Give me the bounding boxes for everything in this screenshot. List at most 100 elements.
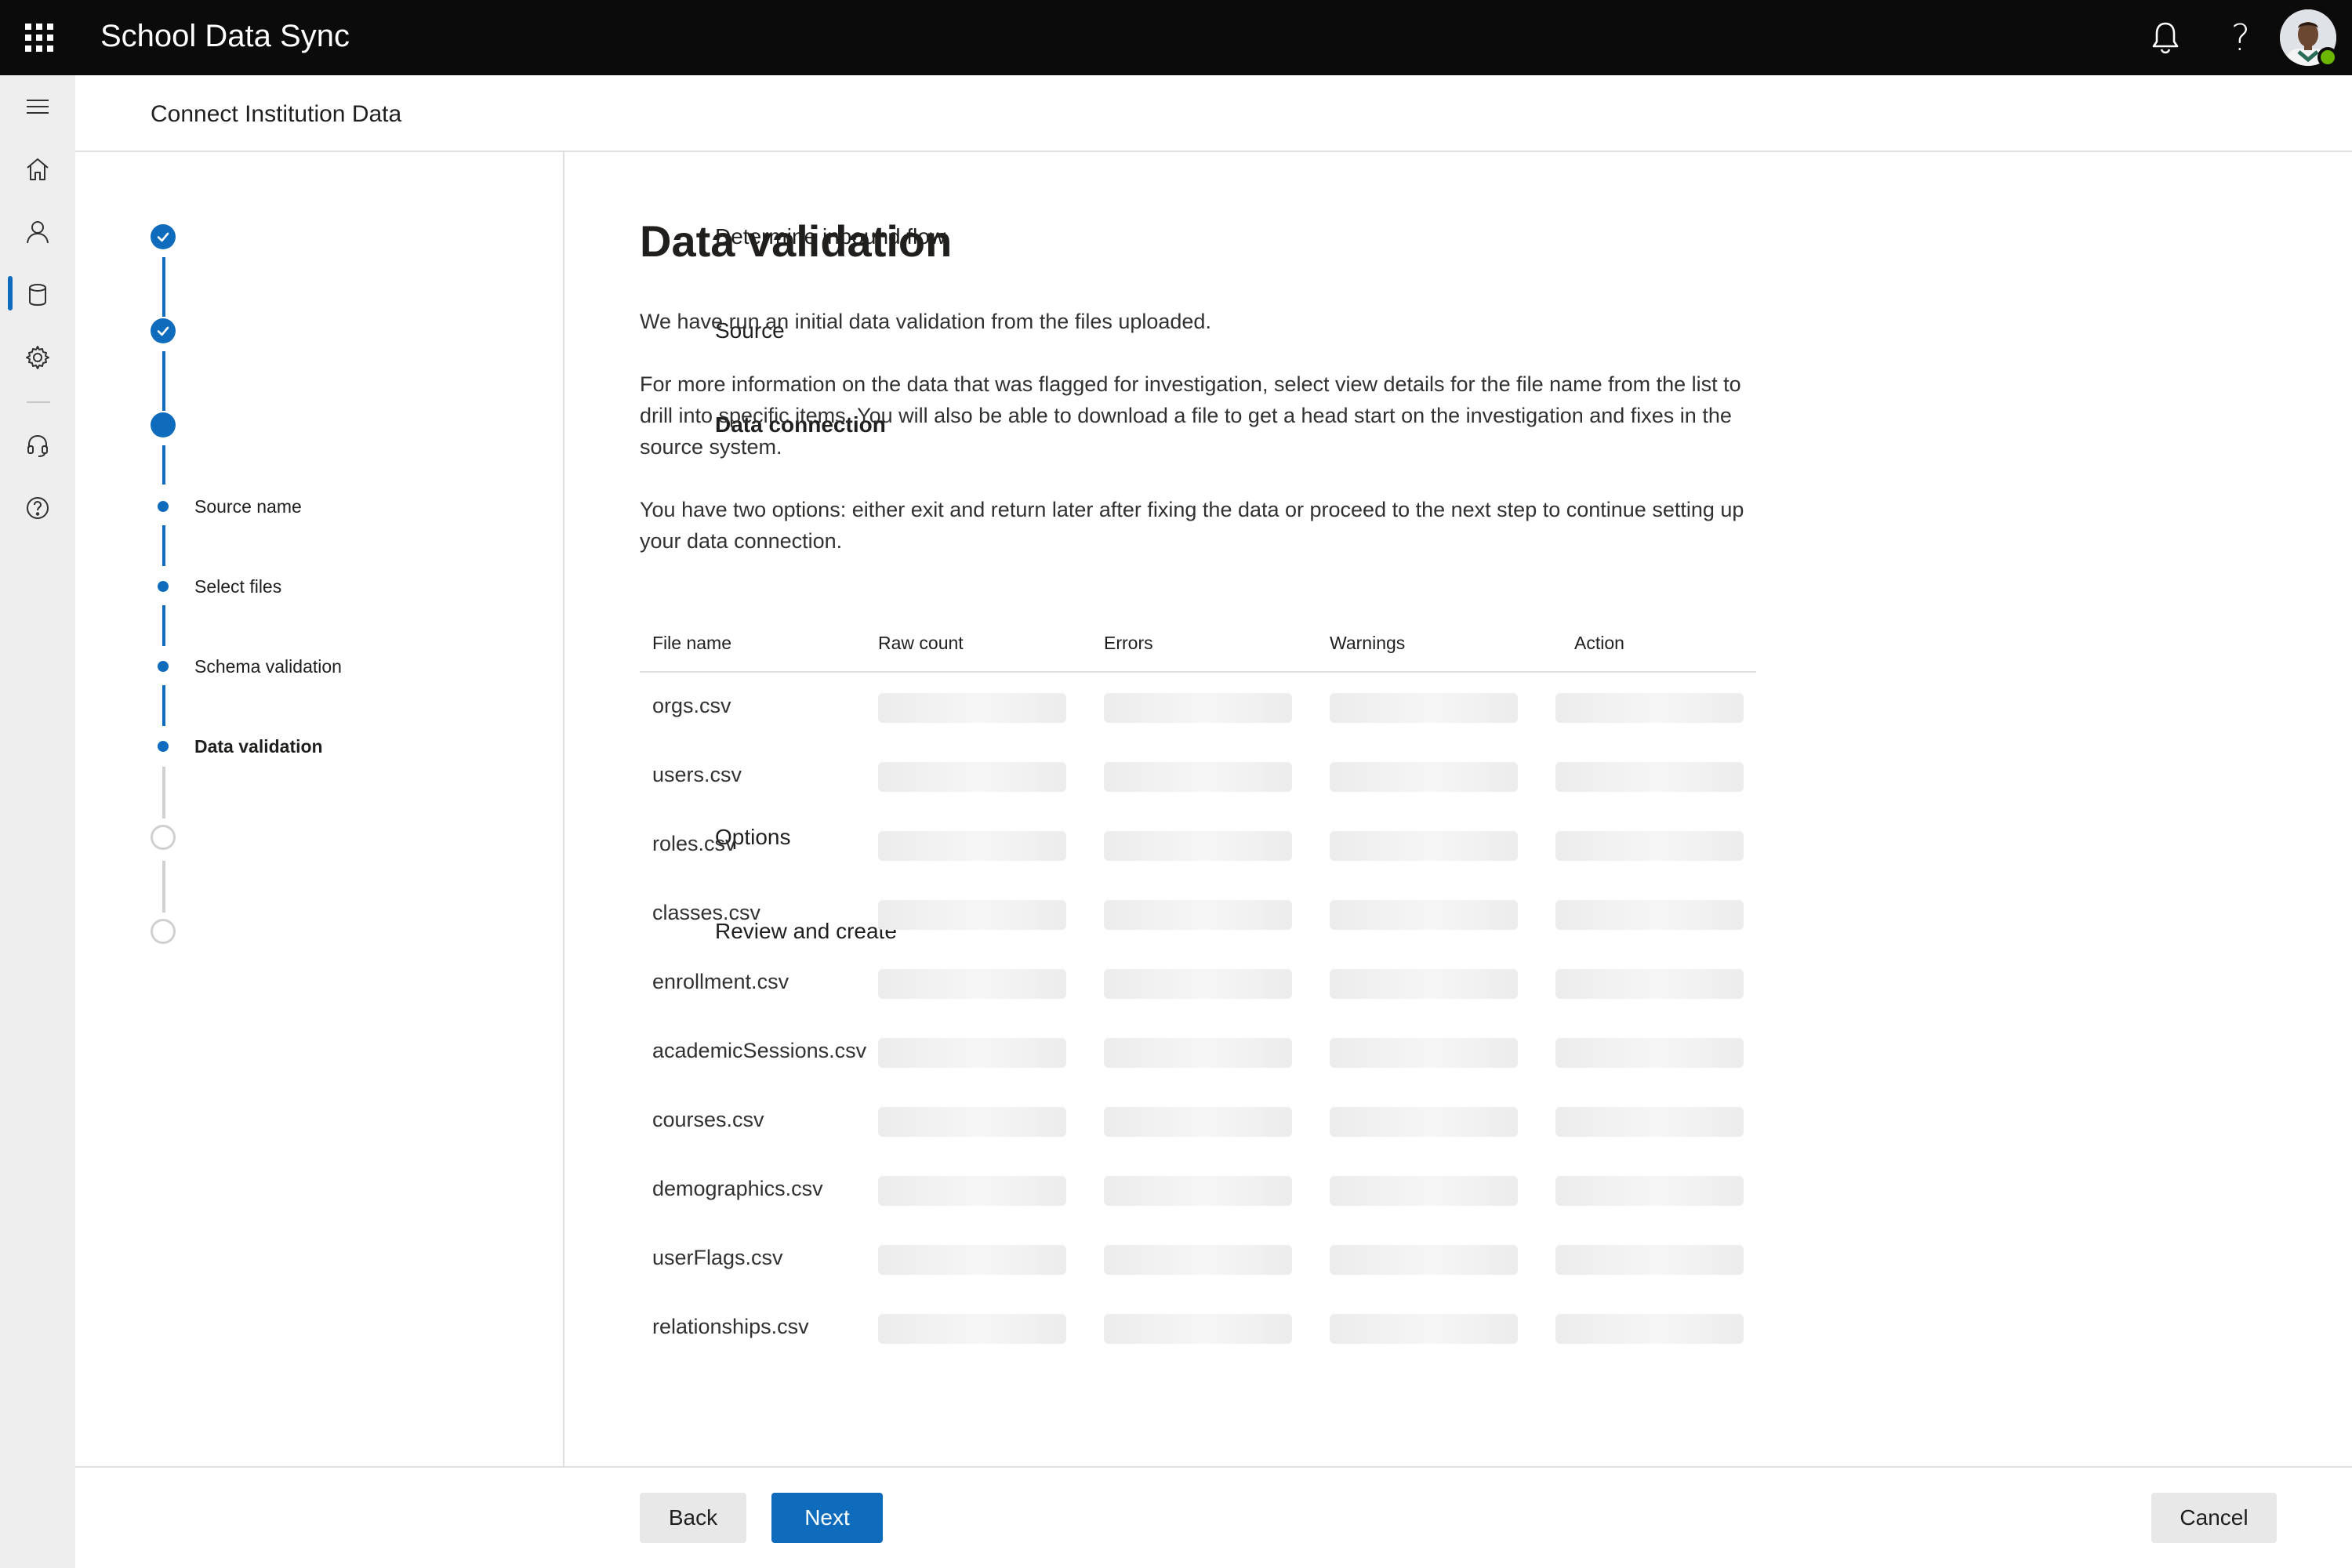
- warnings-loading-placeholder: [1330, 762, 1518, 792]
- stepper-connector: [162, 685, 165, 726]
- nav-divider: [27, 401, 50, 403]
- action-loading-placeholder: [1555, 1245, 1744, 1275]
- raw-count-loading-placeholder: [878, 762, 1066, 792]
- column-header-action[interactable]: Action: [1574, 629, 1624, 657]
- column-header-errors[interactable]: Errors: [1104, 629, 1153, 657]
- raw-count-loading-placeholder: [878, 693, 1066, 723]
- warnings-loading-placeholder: [1330, 969, 1518, 999]
- file-name-cell: relationships.csv: [652, 1315, 809, 1338]
- intro-paragraph: We have run an initial data validation f…: [640, 310, 1211, 333]
- action-loading-placeholder: [1555, 762, 1744, 792]
- file-name-cell: courses.csv: [652, 1108, 764, 1131]
- table-header-row: File name Raw count Errors Warnings Acti…: [640, 613, 1756, 673]
- substep-dot-icon: [158, 741, 169, 752]
- help-question-icon[interactable]: ?: [2220, 17, 2261, 58]
- presence-available-badge: [2318, 47, 2338, 67]
- raw-count-loading-placeholder: [878, 1245, 1066, 1275]
- settings-gear-icon[interactable]: [0, 326, 75, 389]
- stepper-connector: [162, 605, 165, 646]
- stepper-connector: [162, 525, 165, 566]
- substep-dot-icon: [158, 501, 169, 512]
- errors-loading-placeholder: [1104, 1314, 1292, 1344]
- raw-count-loading-placeholder: [878, 1038, 1066, 1068]
- action-loading-placeholder: [1555, 969, 1744, 999]
- stepper-connector: [162, 445, 165, 485]
- help-glyph: ?: [2230, 16, 2251, 59]
- next-button[interactable]: Next: [771, 1493, 883, 1543]
- file-name-cell: academicSessions.csv: [652, 1039, 867, 1062]
- database-icon[interactable]: [0, 263, 75, 326]
- errors-loading-placeholder: [1104, 1107, 1292, 1137]
- action-loading-placeholder: [1555, 1107, 1744, 1137]
- warnings-loading-placeholder: [1330, 1314, 1518, 1344]
- column-header-warnings[interactable]: Warnings: [1330, 629, 1405, 657]
- top-bar: School Data Sync ?: [0, 0, 2352, 75]
- page-header-title: Connect Institution Data: [151, 101, 402, 127]
- table-row: users.csv: [640, 742, 1756, 811]
- warnings-loading-placeholder: [1330, 900, 1518, 930]
- left-nav-rail: [0, 75, 75, 1568]
- user-avatar[interactable]: [2280, 9, 2338, 67]
- table-row: enrollment.csv: [640, 949, 1756, 1018]
- file-name-cell: roles.csv: [652, 832, 736, 855]
- errors-loading-placeholder: [1104, 1245, 1292, 1275]
- table-row: academicSessions.csv: [640, 1018, 1756, 1087]
- notification-bell-icon[interactable]: [2145, 17, 2186, 58]
- raw-count-loading-placeholder: [878, 1314, 1066, 1344]
- substep-label: Data validation: [194, 736, 323, 757]
- table-row: classes.csv: [640, 880, 1756, 949]
- action-loading-placeholder: [1555, 1314, 1744, 1344]
- step-current-dot-icon: [151, 412, 176, 437]
- details-paragraph: For more information on the data that wa…: [640, 372, 1741, 459]
- warnings-loading-placeholder: [1330, 1245, 1518, 1275]
- errors-loading-placeholder: [1104, 762, 1292, 792]
- errors-loading-placeholder: [1104, 693, 1292, 723]
- substep-dot-icon: [158, 661, 169, 672]
- headset-support-icon[interactable]: [0, 414, 75, 477]
- warnings-loading-placeholder: [1330, 831, 1518, 861]
- step-complete-check-icon: [151, 318, 176, 343]
- file-name-cell: classes.csv: [652, 901, 761, 924]
- action-loading-placeholder: [1555, 831, 1744, 861]
- substep-label: Source name: [194, 496, 302, 517]
- back-button[interactable]: Back: [640, 1493, 746, 1543]
- raw-count-loading-placeholder: [878, 1107, 1066, 1137]
- person-icon[interactable]: [0, 201, 75, 263]
- page-title: Data validation: [640, 216, 953, 266]
- table-row: courses.csv: [640, 1087, 1756, 1156]
- file-name-cell: demographics.csv: [652, 1177, 823, 1200]
- table-row: userFlags.csv: [640, 1225, 1756, 1294]
- home-icon[interactable]: [0, 138, 75, 201]
- column-header-file-name[interactable]: File name: [652, 629, 731, 657]
- stepper-connector: [162, 861, 165, 913]
- help-circle-icon[interactable]: [0, 477, 75, 539]
- table-row: orgs.csv: [640, 673, 1756, 742]
- column-header-raw-count[interactable]: Raw count: [878, 629, 964, 657]
- warnings-loading-placeholder: [1330, 693, 1518, 723]
- app-launcher-icon[interactable]: [25, 24, 53, 52]
- file-name-cell: orgs.csv: [652, 694, 731, 717]
- stepper-connector: [162, 257, 165, 317]
- action-loading-placeholder: [1555, 900, 1744, 930]
- cancel-button[interactable]: Cancel: [2151, 1493, 2277, 1543]
- file-name-cell: users.csv: [652, 763, 742, 786]
- options-paragraph: You have two options: either exit and re…: [640, 498, 1744, 553]
- raw-count-loading-placeholder: [878, 831, 1066, 861]
- raw-count-loading-placeholder: [878, 900, 1066, 930]
- substep-label: Select files: [194, 576, 282, 597]
- warnings-loading-placeholder: [1330, 1107, 1518, 1137]
- menu-icon[interactable]: [0, 75, 75, 138]
- errors-loading-placeholder: [1104, 900, 1292, 930]
- substep-label: Schema validation: [194, 656, 342, 677]
- table-row: roles.csv: [640, 811, 1756, 880]
- stepper-connector: [162, 767, 165, 818]
- wizard-footer: Back Next Cancel: [75, 1466, 2352, 1568]
- step-pending-circle-icon: [151, 919, 176, 944]
- action-loading-placeholder: [1555, 693, 1744, 723]
- step-pending-circle-icon: [151, 825, 176, 850]
- step-complete-check-icon: [151, 224, 176, 249]
- errors-loading-placeholder: [1104, 1176, 1292, 1206]
- app-title[interactable]: School Data Sync: [100, 14, 350, 58]
- action-loading-placeholder: [1555, 1038, 1744, 1068]
- action-loading-placeholder: [1555, 1176, 1744, 1206]
